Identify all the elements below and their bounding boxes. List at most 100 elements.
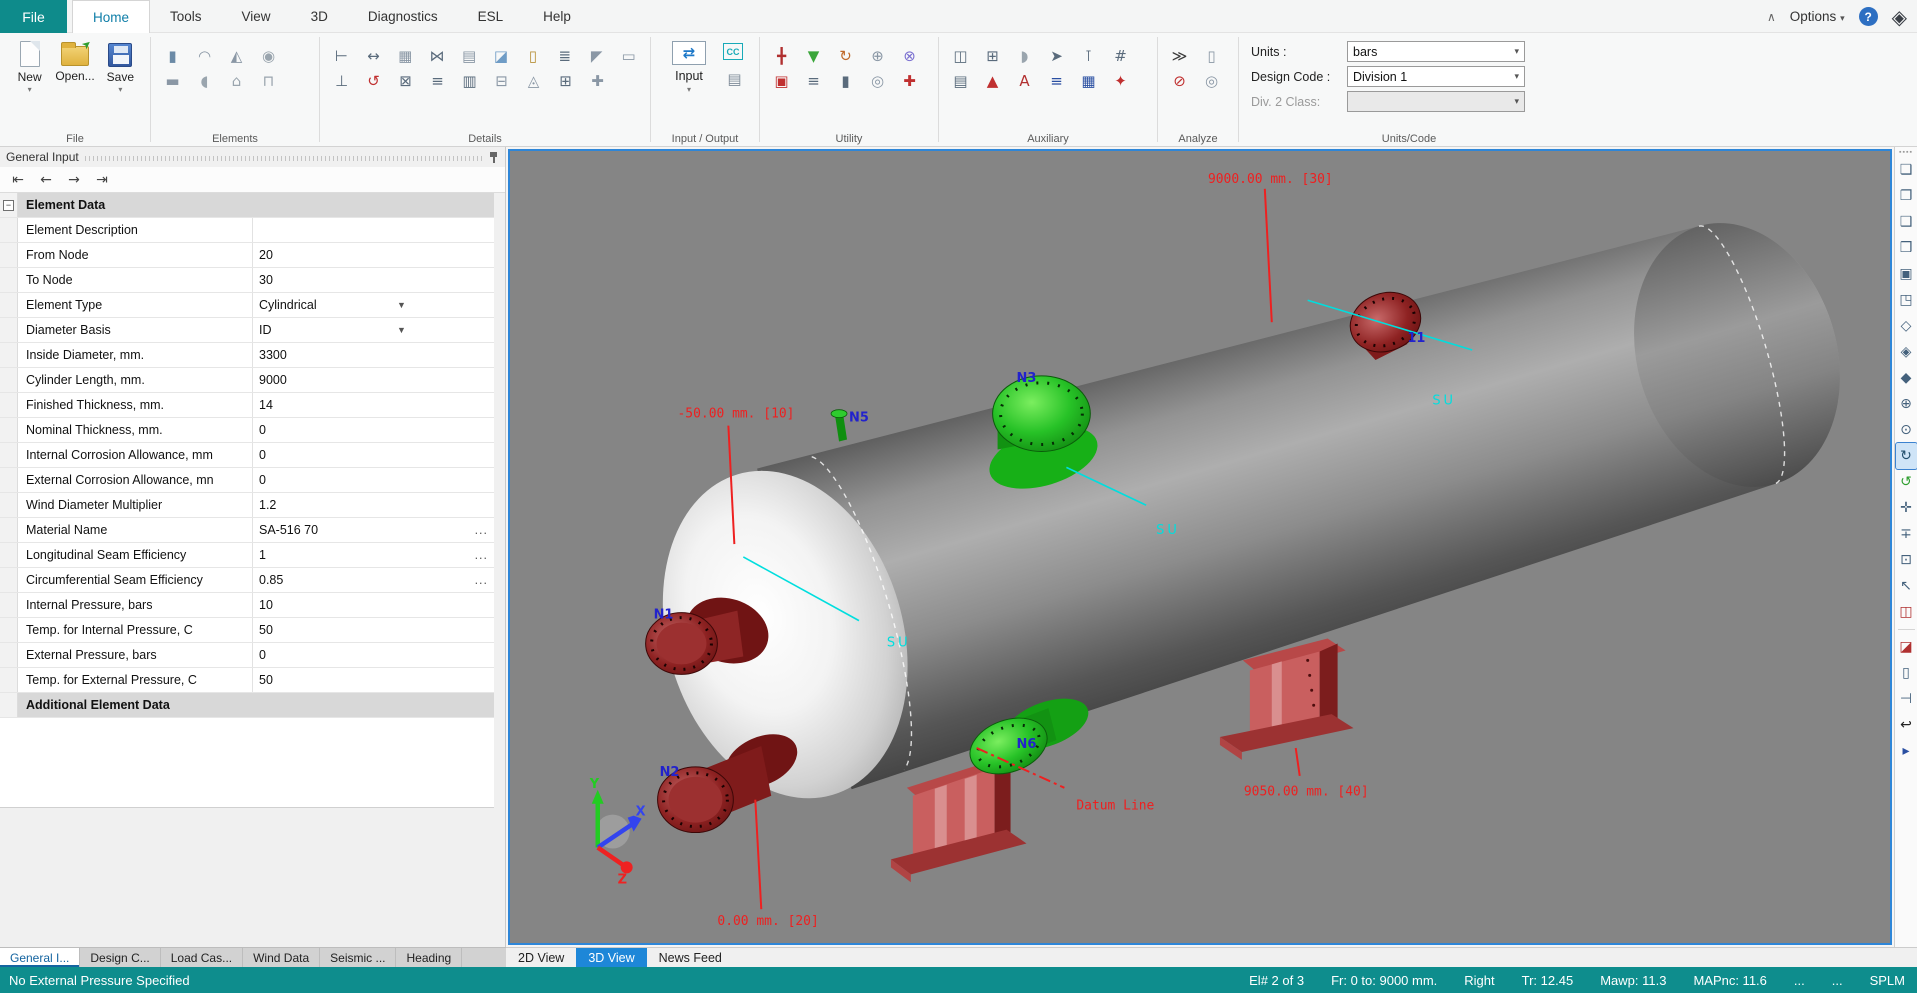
property-value[interactable]: 0: [253, 468, 494, 492]
view-bottom-icon[interactable]: ◳: [1896, 287, 1917, 313]
lining-icon[interactable]: ▤: [458, 45, 481, 66]
list-report-icon[interactable]: ≡: [1045, 70, 1068, 91]
property-value[interactable]: 50: [253, 668, 494, 692]
rotate-view-icon[interactable]: ↻: [1896, 443, 1917, 469]
view-back-icon[interactable]: ❐: [1896, 183, 1917, 209]
ellipsis-button[interactable]: ...: [475, 573, 488, 587]
elliptical-head-icon[interactable]: ◠: [193, 45, 216, 66]
select-window-icon[interactable]: ⊡: [1896, 547, 1917, 573]
property-value[interactable]: 3300: [253, 343, 494, 367]
filter-icon[interactable]: ▼: [802, 45, 825, 66]
left-saddle-support[interactable]: [891, 758, 1027, 882]
saddle-detail-icon[interactable]: ⋈: [426, 45, 449, 66]
options-button[interactable]: Options ▾: [1790, 9, 1845, 24]
hand-pick-icon[interactable]: ➤: [1045, 45, 1068, 66]
word-doc-icon[interactable]: A: [1013, 70, 1036, 91]
zoom-in-out-icon[interactable]: ∓: [1896, 521, 1917, 547]
expand-more-icon[interactable]: ▸: [1896, 738, 1917, 764]
weight-icon[interactable]: ◬: [522, 70, 545, 91]
zoom-scale-icon[interactable]: ⊙: [1896, 417, 1917, 443]
property-value[interactable]: 0: [253, 443, 494, 467]
detach-icon[interactable]: ⊗: [898, 45, 921, 66]
delete-element-icon[interactable]: ▣: [770, 70, 793, 91]
tray-icon[interactable]: ▥: [458, 70, 481, 91]
menu-tab-home[interactable]: Home: [72, 0, 150, 33]
unit-select[interactable]: Division 1▾: [1347, 66, 1525, 87]
select-sphere-icon[interactable]: ◎: [866, 70, 889, 91]
undo-view-icon[interactable]: ↩: [1896, 712, 1917, 738]
collapse-icon[interactable]: −: [3, 200, 14, 211]
cone-element-icon[interactable]: ◭: [225, 45, 248, 66]
menu-tab-diagnostics[interactable]: Diagnostics: [348, 0, 458, 33]
ellipsis-button[interactable]: ...: [475, 523, 488, 537]
go-next-icon[interactable]: →: [62, 170, 86, 190]
select-arrow-icon[interactable]: ↖: [1896, 573, 1917, 599]
menu-tab-esl[interactable]: ESL: [458, 0, 524, 33]
property-value[interactable]: 0: [253, 418, 494, 442]
iso-view-se-icon[interactable]: ◇: [1896, 313, 1917, 339]
report-image-icon[interactable]: ▤: [723, 68, 746, 89]
3d-scene[interactable]: 9000.00 mm. [30] -50.00 mm. [10] 0.00 mm…: [510, 151, 1890, 943]
clip-icon[interactable]: ▭: [617, 45, 640, 66]
ring-stack-icon[interactable]: ≣: [553, 45, 576, 66]
packing-icon[interactable]: ≡: [426, 70, 449, 91]
leg-detail-icon[interactable]: ⊢: [330, 45, 353, 66]
property-value[interactable]: 1.2: [253, 493, 494, 517]
input-button[interactable]: ⇄Input▾: [663, 41, 715, 94]
property-value[interactable]: Cylindrical▼: [253, 293, 494, 317]
ruler-icon[interactable]: ⊺: [1077, 45, 1100, 66]
pan-view-icon[interactable]: ✛: [1896, 495, 1917, 521]
brace-icon[interactable]: ⊠: [394, 70, 417, 91]
property-value[interactable]: 0.85...: [253, 568, 494, 592]
cc-icon[interactable]: CC: [723, 43, 743, 60]
menu-tab-3d[interactable]: 3D: [291, 0, 348, 33]
stamp-window-icon[interactable]: ⊞: [981, 45, 1004, 66]
coil-element-icon[interactable]: ◉: [257, 45, 280, 66]
property-value[interactable]: 1...: [253, 543, 494, 567]
pin-icon[interactable]: [488, 151, 499, 164]
property-value[interactable]: 10: [253, 593, 494, 617]
spin-model-icon[interactable]: ↺: [1896, 469, 1917, 495]
shell-detail-icon[interactable]: ▯: [521, 45, 544, 66]
nozzle-detail-icon[interactable]: ✚: [586, 70, 609, 91]
panel-tab-wind-data[interactable]: Wind Data: [243, 948, 320, 967]
menu-tab-help[interactable]: Help: [523, 0, 591, 33]
zoom-20-icon[interactable]: ⊕: [866, 45, 889, 66]
iso-view-sw-icon[interactable]: ◈: [1896, 339, 1917, 365]
panel-tab-general-i-[interactable]: General I...: [0, 948, 80, 967]
property-value[interactable]: 20: [253, 243, 494, 267]
iso-view-ne-icon[interactable]: ◆: [1896, 365, 1917, 391]
basering-icon[interactable]: ⊥: [330, 70, 353, 91]
markup-icon[interactable]: ✚: [898, 70, 921, 91]
property-value[interactable]: ID▼: [253, 318, 494, 342]
alert-cone-icon[interactable]: ▲: [981, 70, 1004, 91]
menu-tab-tools[interactable]: Tools: [150, 0, 222, 33]
status-overflow-button[interactable]: ...: [1794, 973, 1805, 988]
platform-icon[interactable]: ▦: [394, 45, 417, 66]
share-shell-icon[interactable]: ▮: [834, 70, 857, 91]
liquid-level-icon[interactable]: ◪: [490, 45, 513, 66]
view-right-icon[interactable]: ❒: [1896, 235, 1917, 261]
outline-view-icon[interactable]: ▯: [1896, 660, 1917, 686]
pdf-icon[interactable]: ✦: [1109, 70, 1132, 91]
unit-select[interactable]: bars▾: [1347, 41, 1525, 62]
go-first-icon[interactable]: ⇤: [6, 170, 30, 190]
panel-tab-seismic-[interactable]: Seismic ...: [320, 948, 396, 967]
go-previous-icon[interactable]: ←: [34, 170, 58, 190]
cylinder-element-icon[interactable]: ▮: [161, 45, 184, 66]
property-value[interactable]: SA-516 70...: [253, 518, 494, 542]
new-button[interactable]: New▾: [10, 39, 49, 92]
panel-tab-design-c-[interactable]: Design C...: [80, 948, 160, 967]
zoom-window-icon[interactable]: ⊕: [1896, 391, 1917, 417]
new-report-icon[interactable]: ▯: [1200, 45, 1223, 66]
flat-head-icon[interactable]: ▬: [161, 70, 184, 91]
go-last-icon[interactable]: ⇥: [90, 170, 114, 190]
file-menu-button[interactable]: File: [0, 0, 67, 33]
view-tab-news-feed[interactable]: News Feed: [647, 948, 734, 967]
property-value[interactable]: 0: [253, 643, 494, 667]
stiffener-spacing-icon[interactable]: ↔: [362, 45, 385, 66]
nozzle-check-icon[interactable]: ╋: [770, 45, 793, 66]
element-list-icon[interactable]: ≡: [802, 70, 825, 91]
clip-plane-icon[interactable]: ⊣: [1896, 686, 1917, 712]
panel-tab-heading[interactable]: Heading: [396, 948, 462, 967]
